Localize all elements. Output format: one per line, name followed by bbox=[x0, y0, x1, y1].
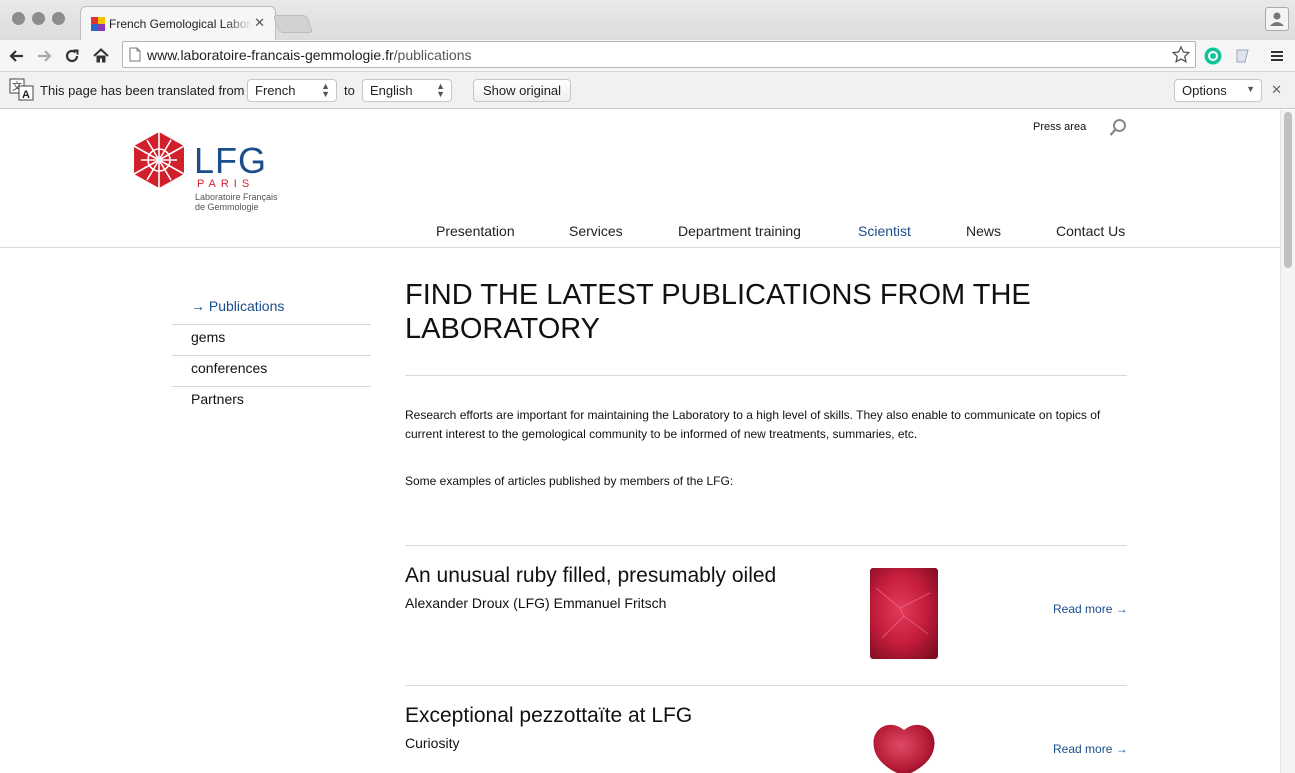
article-title[interactable]: Exceptional pezzottaïte at LFG bbox=[405, 704, 692, 728]
search-icon[interactable] bbox=[1108, 118, 1128, 138]
article-divider bbox=[405, 545, 1127, 546]
sidebar-item-gems[interactable]: gems bbox=[172, 325, 371, 356]
reload-button[interactable] bbox=[60, 44, 84, 68]
logo-name: LFG bbox=[194, 140, 268, 181]
target-language-select[interactable]: English ▲ ▼ bbox=[362, 79, 452, 102]
translate-message: This page has been translated from bbox=[40, 83, 245, 98]
site-favicon-icon bbox=[91, 17, 105, 31]
web-page: LFG PARIS Laboratoire Français de Gemmol… bbox=[0, 110, 1280, 773]
profile-button[interactable] bbox=[1265, 7, 1289, 31]
home-icon bbox=[93, 48, 109, 63]
reload-icon bbox=[65, 49, 79, 63]
tab-title: French Gemological Laboratoire bbox=[109, 17, 253, 31]
article-divider bbox=[405, 685, 1127, 686]
forward-button[interactable] bbox=[32, 44, 56, 68]
nav-presentation[interactable]: Presentation bbox=[436, 223, 515, 239]
maximize-window-button[interactable] bbox=[52, 12, 65, 25]
header-divider bbox=[0, 247, 1280, 248]
page-icon bbox=[129, 47, 141, 62]
target-language-value: English bbox=[370, 83, 413, 98]
select-arrows-icon: ▲ ▼ bbox=[321, 81, 330, 99]
minimize-window-button[interactable] bbox=[32, 12, 45, 25]
browser-titlebar: French Gemological Laboratoire ✕ bbox=[0, 0, 1295, 40]
lfg-logo[interactable]: LFG PARIS Laboratoire Français de Gemmol… bbox=[131, 130, 301, 218]
press-area-link[interactable]: Press area bbox=[1033, 121, 1086, 133]
select-arrows-icon: ▲ ▼ bbox=[436, 81, 445, 99]
sidebar-item-partners[interactable]: Partners bbox=[172, 387, 371, 418]
nav-scientist[interactable]: Scientist bbox=[858, 223, 911, 239]
section-sidebar: → Publications gems conferences Partners bbox=[172, 294, 371, 418]
intro-paragraph: Research efforts are important for maint… bbox=[405, 408, 1101, 441]
translate-infobar: 文 A This page has been translated from F… bbox=[0, 72, 1295, 109]
logo-subtitle-line2: de Gemmologie bbox=[195, 202, 259, 212]
grammarly-extension-icon[interactable] bbox=[1203, 46, 1223, 66]
examples-paragraph: Some examples of articles published by m… bbox=[405, 474, 734, 488]
chevron-down-icon: ▼ bbox=[1246, 84, 1255, 94]
translate-icon: 文 A bbox=[9, 78, 34, 101]
read-more-link[interactable]: Read more → bbox=[1053, 602, 1128, 616]
sidebar-item-publications[interactable]: → Publications bbox=[172, 294, 371, 325]
show-original-button[interactable]: Show original bbox=[473, 79, 572, 102]
nav-news[interactable]: News bbox=[966, 223, 1001, 239]
tab-close-icon[interactable]: ✕ bbox=[254, 15, 265, 31]
translate-options-select[interactable]: Options ▼ bbox=[1174, 79, 1262, 102]
read-more-link[interactable]: Read more → bbox=[1053, 742, 1128, 756]
translate-close-icon[interactable]: ✕ bbox=[1271, 82, 1282, 98]
arrow-left-icon bbox=[9, 50, 23, 62]
logo-city: PARIS bbox=[197, 178, 255, 190]
svg-text:A: A bbox=[22, 89, 30, 101]
page-title: FIND THE LATEST PUBLICATIONS FROM THE LA… bbox=[405, 279, 1031, 345]
chrome-menu-icon[interactable] bbox=[1267, 46, 1287, 66]
translate-to-label: to bbox=[344, 83, 355, 98]
source-language-value: French bbox=[255, 83, 296, 98]
url-path: /publications bbox=[393, 47, 472, 63]
arrow-right-icon bbox=[38, 50, 52, 62]
back-button[interactable] bbox=[5, 44, 29, 68]
person-icon bbox=[1270, 12, 1284, 26]
page-scrollbar[interactable] bbox=[1280, 110, 1295, 773]
url-text: www.laboratoire-francais-gemmologie.fr/p… bbox=[147, 47, 471, 63]
scrollbar-thumb[interactable] bbox=[1284, 112, 1292, 268]
pezzottaite-thumbnail[interactable] bbox=[870, 722, 938, 773]
nav-contact-us[interactable]: Contact Us bbox=[1056, 223, 1125, 239]
close-window-button[interactable] bbox=[12, 12, 25, 25]
nav-department-training[interactable]: Department training bbox=[678, 223, 801, 239]
article-author: Alexander Droux (LFG) Emmanuel Fritsch bbox=[405, 595, 667, 611]
sidebar-item-conferences[interactable]: conferences bbox=[172, 356, 371, 387]
browser-toolbar: www.laboratoire-francais-gemmologie.fr/p… bbox=[0, 40, 1295, 72]
bookmark-star-icon[interactable] bbox=[1171, 45, 1191, 65]
nav-services[interactable]: Services bbox=[569, 223, 623, 239]
url-domain: www.laboratoire-francais-gemmologie.fr bbox=[147, 47, 394, 63]
article-title[interactable]: An unusual ruby filled, presumably oiled bbox=[405, 564, 776, 588]
browser-tab-active[interactable]: French Gemological Laboratoire ✕ bbox=[80, 6, 276, 40]
logo-subtitle: Laboratoire Français de Gemmologie bbox=[195, 192, 278, 212]
new-tab-button[interactable] bbox=[272, 15, 314, 33]
crystal-logo-icon bbox=[133, 132, 185, 188]
ruby-thumbnail[interactable] bbox=[870, 568, 938, 659]
extension-icon[interactable] bbox=[1233, 46, 1253, 66]
title-divider bbox=[405, 375, 1127, 376]
translate-options-label: Options bbox=[1182, 83, 1227, 98]
article-author: Curiosity bbox=[405, 735, 460, 751]
logo-subtitle-line1: Laboratoire Français bbox=[195, 192, 278, 202]
source-language-select[interactable]: French ▲ ▼ bbox=[247, 79, 337, 102]
address-bar[interactable]: www.laboratoire-francais-gemmologie.fr/p… bbox=[122, 41, 1196, 68]
home-button[interactable] bbox=[89, 44, 113, 68]
